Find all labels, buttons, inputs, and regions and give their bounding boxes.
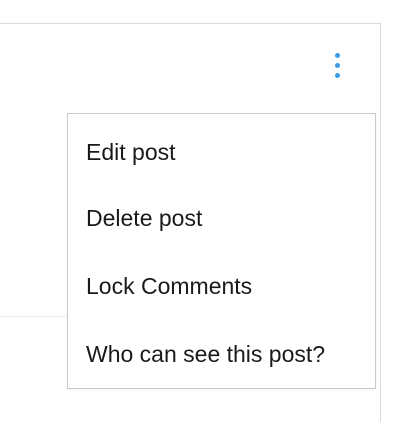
menu-item-delete-post[interactable]: Delete post <box>86 204 202 232</box>
more-vertical-icon-dot <box>334 62 340 68</box>
post-options-menu: Edit post Delete post Lock Comments Who … <box>67 113 376 389</box>
more-vertical-icon-dot <box>334 72 340 78</box>
menu-item-edit-post[interactable]: Edit post <box>86 138 176 166</box>
menu-item-post-visibility[interactable]: Who can see this post? <box>86 340 325 368</box>
card-divider <box>0 316 69 317</box>
more-options-button[interactable] <box>327 48 347 82</box>
page: Edit post Delete post Lock Comments Who … <box>0 0 406 422</box>
menu-item-lock-comments[interactable]: Lock Comments <box>86 272 252 300</box>
more-vertical-icon <box>334 52 340 58</box>
